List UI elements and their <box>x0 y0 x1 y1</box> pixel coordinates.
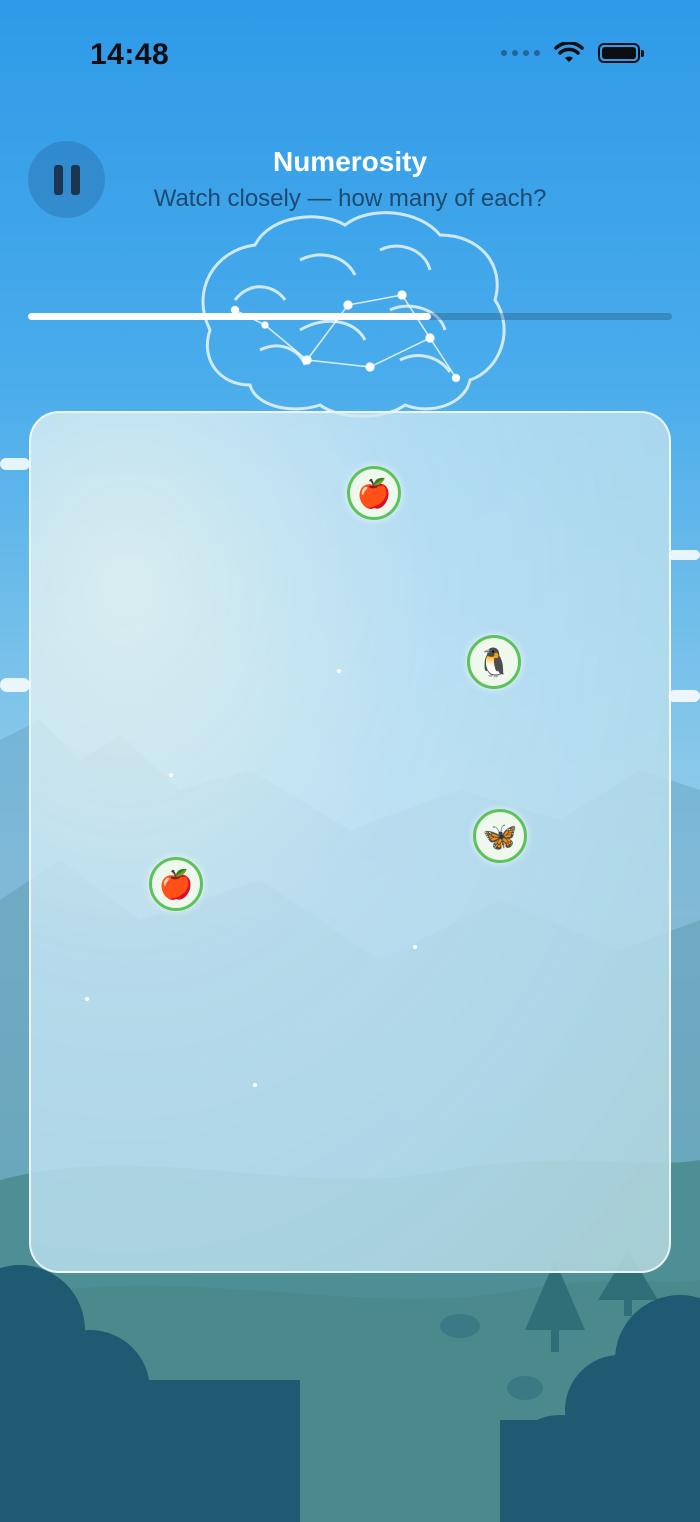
sparkle <box>85 997 89 1001</box>
penguin-token[interactable]: 🐧 <box>467 635 521 689</box>
game-title: Numerosity <box>272 146 428 177</box>
sparkle <box>413 945 417 949</box>
penguin-icon: 🐧 <box>476 646 512 678</box>
play-area: 🍎 🐧 🦋 🍎 <box>29 411 671 1273</box>
butterfly-icon: 🦋 <box>482 820 518 852</box>
timer-progress-bar <box>28 313 672 320</box>
butterfly-token[interactable]: 🦋 <box>473 809 527 863</box>
status-icons <box>501 42 644 64</box>
sparkle <box>253 1083 257 1087</box>
battery-icon <box>598 43 644 63</box>
status-time: 14:48 <box>90 38 170 71</box>
apple-icon: 🍎 <box>356 477 392 509</box>
wifi-icon <box>554 42 584 62</box>
timer-progress-fill <box>28 313 431 320</box>
apple-icon: 🍎 <box>158 868 194 900</box>
brain-constellation <box>230 290 461 383</box>
sparkle <box>169 773 173 777</box>
sparkle <box>337 669 341 673</box>
apple-token[interactable]: 🍎 <box>149 857 203 911</box>
signal-dots-icon <box>501 50 540 56</box>
apple-token[interactable]: 🍎 <box>347 466 401 520</box>
game-instructions: Watch closely — how many of each? <box>153 185 547 212</box>
